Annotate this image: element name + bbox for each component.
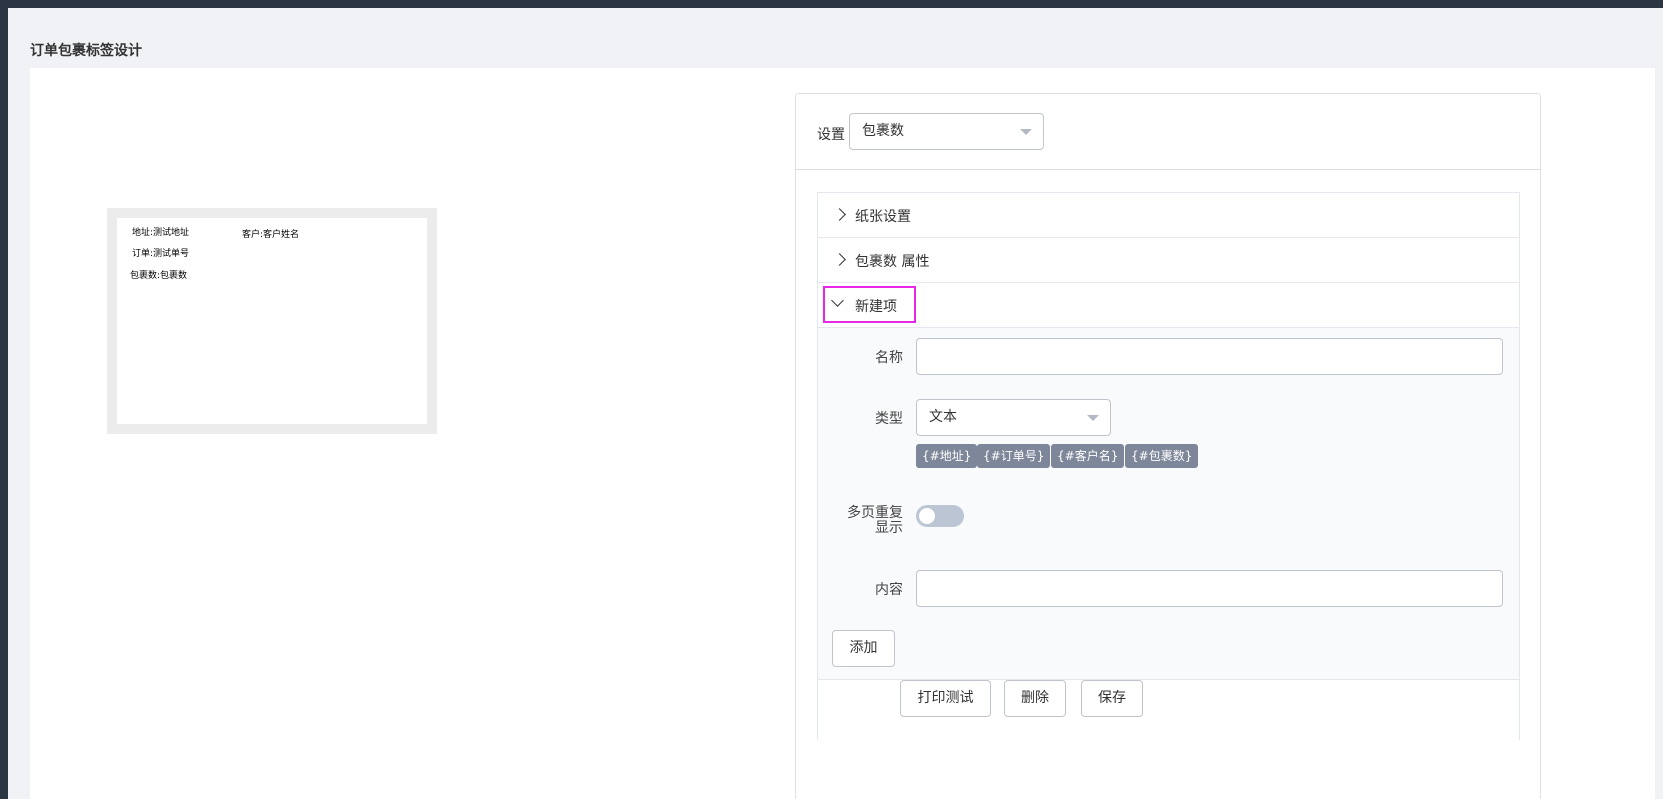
- tag-address[interactable]: {#地址}: [916, 444, 978, 468]
- tag-order-no[interactable]: {#订单号}: [977, 444, 1051, 468]
- settings-collapse: 纸张设置 包裹数 属性 新建项 名称 类型 文本 {#地址} {#订单号} {#…: [817, 192, 1520, 740]
- repeat-label: 多页重复 显示: [823, 506, 903, 536]
- main-content: 地址:测试地址 客户:客户姓名 订单:测试单号 包裹数:包裹数 设置 包裹数 纸…: [30, 68, 1655, 799]
- content-label: 内容: [875, 582, 903, 598]
- collapse-item-paper[interactable]: 纸张设置: [818, 193, 1519, 238]
- collapse-item-title: 纸张设置: [855, 209, 911, 225]
- print-test-button[interactable]: 打印测试: [900, 680, 991, 717]
- preview-order[interactable]: 订单:测试单号: [132, 246, 189, 259]
- tag-package-count[interactable]: {#包裹数}: [1125, 444, 1199, 468]
- chevron-down-icon: [1087, 415, 1099, 421]
- tag-customer-name[interactable]: {#客户名}: [1051, 444, 1125, 468]
- page-title: 订单包裹标签设计: [30, 43, 142, 59]
- app-frame: 订单包裹标签设计 地址:测试地址 客户:客户姓名 订单:测试单号 包裹数:包裹数…: [8, 8, 1663, 799]
- type-select[interactable]: 文本: [916, 399, 1111, 436]
- settings-header: 设置 包裹数: [796, 94, 1540, 170]
- collapse-item-package-props[interactable]: 包裹数 属性: [818, 238, 1519, 283]
- label-preview: 地址:测试地址 客户:客户姓名 订单:测试单号 包裹数:包裹数: [107, 208, 437, 434]
- save-button[interactable]: 保存: [1081, 680, 1143, 717]
- label-canvas[interactable]: 地址:测试地址 客户:客户姓名 订单:测试单号 包裹数:包裹数: [117, 218, 427, 424]
- collapse-item-title: 新建项: [855, 299, 897, 315]
- preview-packages[interactable]: 包裹数:包裹数: [130, 268, 187, 281]
- type-label: 类型: [875, 411, 903, 427]
- collapse-item-title: 包裹数 属性: [855, 254, 930, 270]
- chevron-right-icon: [833, 208, 846, 221]
- repeat-label-line1: 多页重复: [847, 505, 903, 521]
- type-select-value: 文本: [929, 409, 957, 425]
- name-label: 名称: [875, 350, 903, 366]
- preview-address[interactable]: 地址:测试地址: [132, 225, 189, 238]
- content-input[interactable]: [916, 570, 1503, 607]
- settings-label: 设置: [817, 127, 845, 143]
- toggle-knob: [919, 508, 935, 524]
- repeat-toggle[interactable]: [916, 505, 964, 527]
- repeat-label-line2: 显示: [875, 520, 903, 536]
- chevron-down-icon: [1020, 129, 1032, 135]
- collapse-item-new[interactable]: 新建项: [818, 283, 1519, 328]
- settings-select[interactable]: 包裹数: [849, 113, 1044, 150]
- action-bar: 打印测试 删除 保存: [818, 679, 1519, 740]
- name-input[interactable]: [916, 338, 1503, 375]
- chevron-right-icon: [833, 253, 846, 266]
- settings-select-value: 包裹数: [862, 123, 904, 139]
- settings-panel: 设置 包裹数 纸张设置 包裹数 属性 新建项 名称 类型 文本 {#地址} {#…: [795, 93, 1541, 799]
- preview-customer[interactable]: 客户:客户姓名: [242, 227, 299, 240]
- add-button[interactable]: 添加: [832, 630, 895, 667]
- delete-button[interactable]: 删除: [1004, 680, 1066, 717]
